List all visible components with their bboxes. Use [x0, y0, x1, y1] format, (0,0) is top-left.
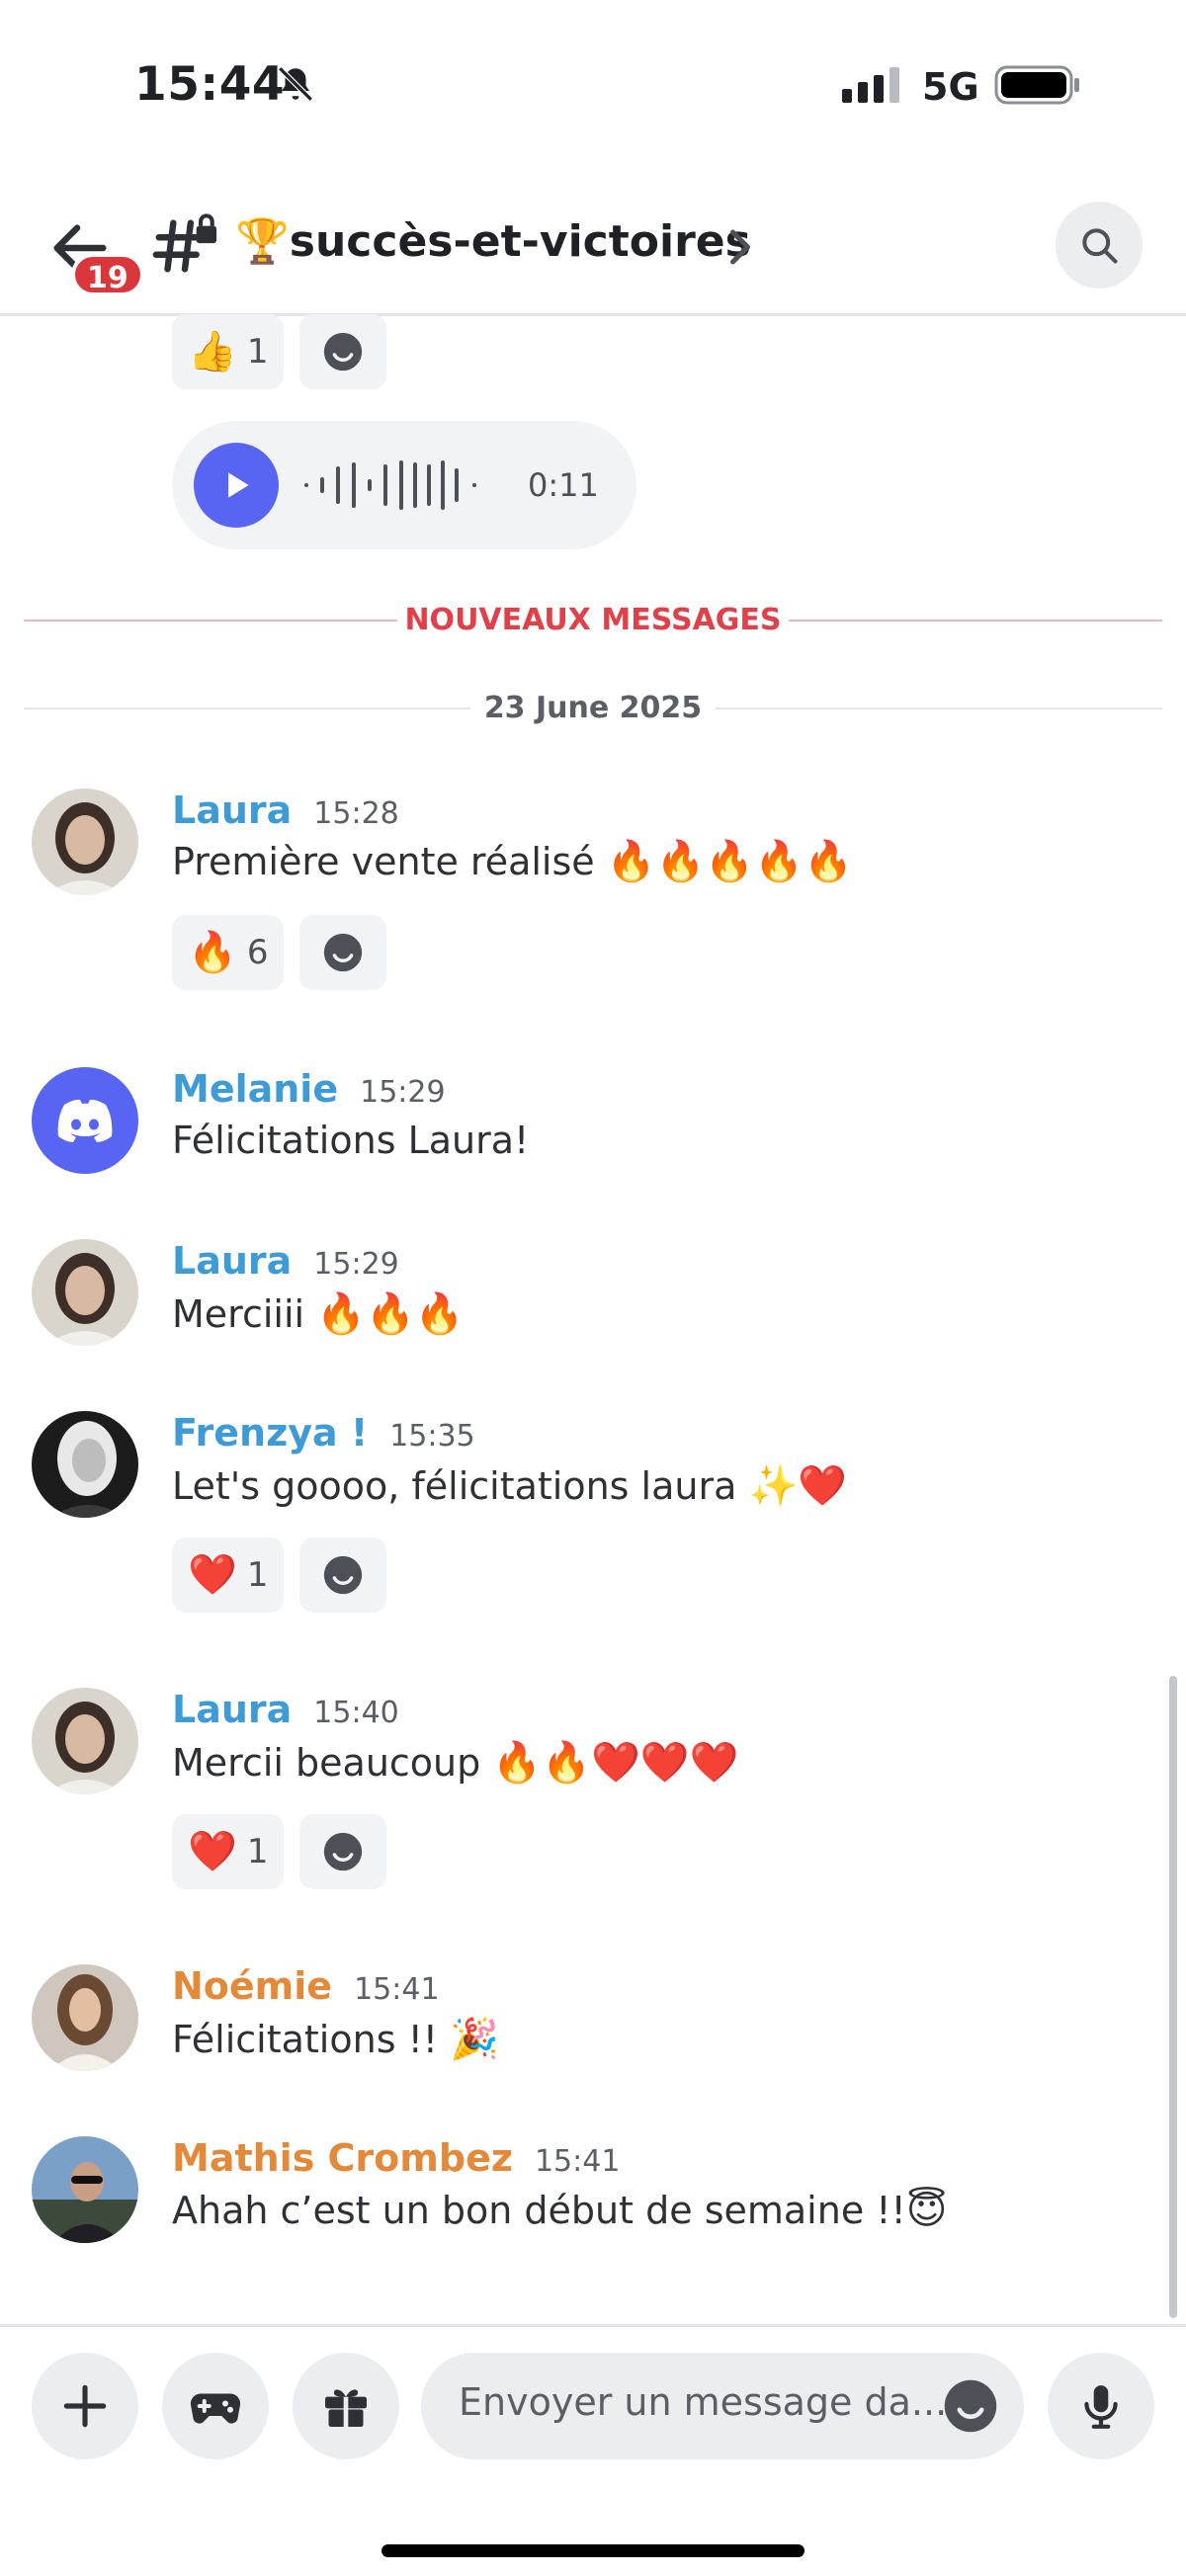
waveform: [304, 460, 476, 510]
avatar[interactable]: [32, 1964, 138, 2071]
reaction-emoji: 🔥: [188, 930, 237, 975]
scrollbar[interactable]: [1169, 1676, 1177, 2318]
reaction-row: ❤️ 1: [172, 1537, 387, 1613]
play-icon: [228, 472, 249, 498]
avatar[interactable]: [32, 1067, 138, 1174]
play-button[interactable]: [194, 443, 279, 528]
author-name[interactable]: Laura: [172, 1688, 292, 1731]
plus-icon: [63, 2384, 107, 2428]
timestamp: 15:41: [354, 1972, 440, 2007]
reaction-emoji: ❤️: [188, 1552, 237, 1598]
timestamp: 15:29: [313, 1247, 399, 1282]
add-reaction-icon: [324, 933, 363, 972]
message-text: Ahah c’est un bon début de semaine !!😇: [172, 2188, 948, 2233]
discord-logo-icon: [57, 1099, 113, 1142]
reaction-count: 1: [246, 332, 269, 372]
voice-message: 0:11: [172, 421, 636, 549]
reaction-emoji: ❤️: [188, 1829, 237, 1874]
status-bar: 15:44 5G: [0, 0, 1186, 168]
voice-duration: 0:11: [528, 466, 599, 504]
network-type: 5G: [922, 65, 979, 109]
add-reaction-icon: [324, 1832, 363, 1871]
message-text: Merciiii 🔥🔥🔥: [172, 1291, 465, 1337]
reaction-row: 🔥 6: [172, 915, 387, 990]
reaction-chip[interactable]: ❤️ 1: [172, 1814, 285, 1889]
reaction-chip[interactable]: ❤️ 1: [172, 1537, 285, 1613]
channel-title[interactable]: 🏆succès-et-victoires: [235, 215, 751, 267]
author-name[interactable]: Mathis Crombez: [172, 2136, 513, 2180]
author-name[interactable]: Noémie: [172, 1964, 332, 2008]
reaction-count: 1: [246, 1555, 269, 1595]
gift-icon: [325, 2389, 367, 2427]
reaction-count: 1: [246, 1832, 269, 1871]
reaction-row: 👍 1: [172, 314, 387, 389]
timestamp: 15:35: [389, 1419, 475, 1454]
add-reaction-button[interactable]: [299, 915, 387, 990]
message-text: Félicitations !! 🎉: [172, 2017, 499, 2062]
timestamp: 15:40: [313, 1696, 399, 1730]
gamepad-icon: [190, 2393, 241, 2424]
message-text: Première vente réalisé 🔥🔥🔥🔥🔥: [172, 839, 853, 884]
reaction-emoji: 👍: [188, 329, 237, 374]
search-button[interactable]: [1056, 202, 1143, 289]
chevron-right-icon[interactable]: [725, 227, 755, 267]
hash-lock-icon: [152, 213, 217, 273]
signal-icon: [842, 67, 899, 103]
add-reaction-button[interactable]: [299, 314, 387, 389]
status-time: 15:44: [134, 57, 286, 112]
reaction-chip[interactable]: 🔥 6: [172, 915, 285, 990]
activities-button[interactable]: [162, 2353, 269, 2459]
avatar[interactable]: [32, 1239, 138, 1346]
avatar[interactable]: [32, 2136, 138, 2243]
author-name[interactable]: Melanie: [172, 1067, 338, 1111]
message-text: Mercii beaucoup 🔥🔥❤️❤️❤️: [172, 1740, 739, 1786]
emoji-icon[interactable]: [941, 2376, 1000, 2436]
reaction-count: 6: [246, 933, 269, 972]
battery-icon: [994, 65, 1079, 105]
message-input[interactable]: Envoyer un message da...: [421, 2353, 1024, 2459]
message-composer: Envoyer un message da...: [0, 2324, 1186, 2576]
add-reaction-button[interactable]: [299, 1814, 387, 1889]
unread-badge: 19: [71, 253, 144, 296]
author-name[interactable]: Laura: [172, 789, 292, 832]
author-name[interactable]: Laura: [172, 1239, 292, 1283]
channel-header: 19 🏆succès-et-victoires: [0, 178, 1186, 316]
avatar[interactable]: [32, 1411, 138, 1518]
new-messages-divider: NOUVEAUX MESSAGES: [24, 601, 1162, 640]
message-input-placeholder: Envoyer un message da...: [459, 2380, 948, 2424]
message-text: Félicitations Laura!: [172, 1119, 530, 1162]
home-indicator[interactable]: [381, 2544, 805, 2557]
microphone-icon: [1084, 2385, 1118, 2429]
bell-off-icon: [278, 66, 313, 102]
new-messages-label: NOUVEAUX MESSAGES: [404, 603, 782, 637]
attach-button[interactable]: [32, 2353, 138, 2459]
avatar[interactable]: [32, 1688, 138, 1794]
add-reaction-icon: [324, 332, 363, 372]
search-icon: [1082, 228, 1118, 264]
voice-record-button[interactable]: [1048, 2353, 1154, 2459]
message-text: Let's goooo, félicitations laura ✨❤️: [172, 1463, 848, 1509]
timestamp: 15:29: [360, 1075, 446, 1110]
date-divider: 23 June 2025: [24, 689, 1162, 728]
timestamp: 15:28: [313, 796, 399, 831]
reaction-chip[interactable]: 👍 1: [172, 314, 285, 389]
gift-button[interactable]: [293, 2353, 399, 2459]
avatar[interactable]: [32, 789, 138, 895]
add-reaction-button[interactable]: [299, 1537, 387, 1613]
timestamp: 15:41: [534, 2144, 621, 2179]
author-name[interactable]: Frenzya !: [172, 1411, 368, 1454]
add-reaction-icon: [324, 1555, 363, 1595]
date-label: 23 June 2025: [483, 691, 703, 725]
reaction-row: ❤️ 1: [172, 1814, 387, 1889]
